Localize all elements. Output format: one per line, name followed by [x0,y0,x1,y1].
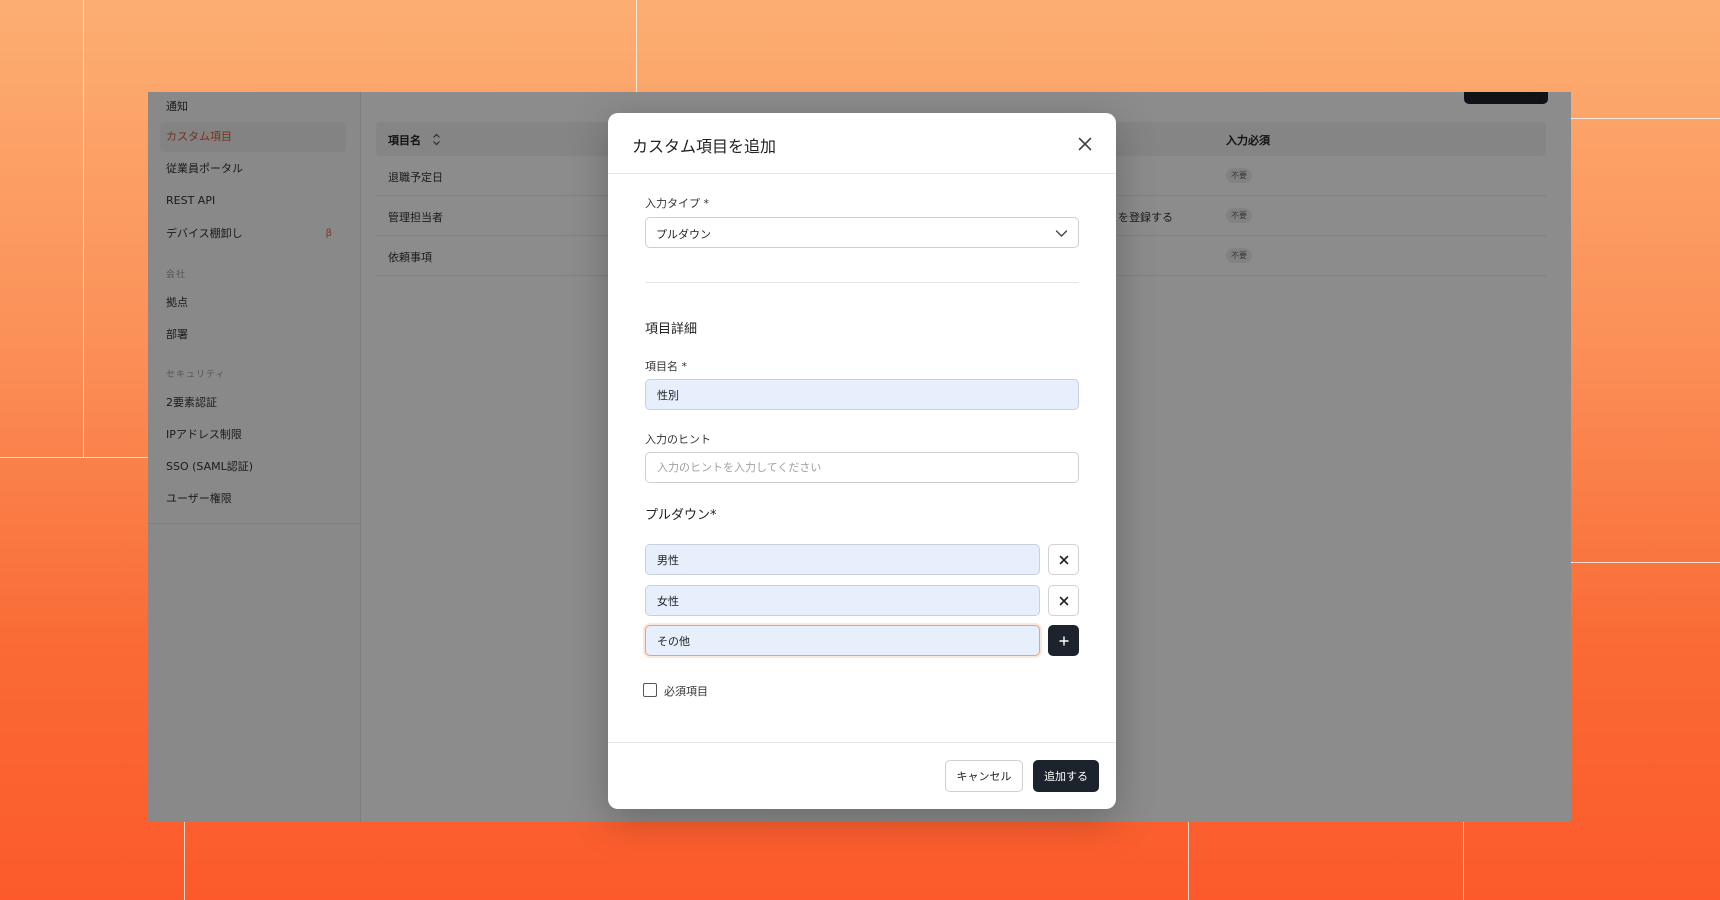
x-icon [1059,555,1068,564]
modal-header: カスタム項目を追加 [608,113,1116,174]
required-checkbox[interactable] [643,683,657,697]
chevron-down-icon [1055,230,1068,237]
background-line [1571,118,1720,119]
x-icon [1059,596,1068,605]
background-line [636,0,637,92]
new-option-input[interactable] [645,625,1040,656]
remove-option-button[interactable] [1048,544,1079,575]
item-name-input[interactable] [645,379,1079,410]
background-line [1571,562,1720,563]
modal-footer: キャンセル 追加する [608,742,1116,809]
background-line [1463,822,1464,900]
background-line [83,0,84,457]
section-divider [645,282,1079,283]
hint-input[interactable] [645,452,1079,483]
add-button[interactable]: 追加する [1033,760,1099,792]
plus-icon [1058,635,1069,646]
item-name-label: 項目名 * [645,360,687,373]
background-line [1188,822,1189,900]
input-type-select[interactable]: プルダウン [645,217,1079,248]
add-custom-field-dialog: カスタム項目を追加 入力タイプ * プルダウン 項目詳細 項目名 * 入力のヒン… [608,113,1116,809]
input-type-value: プルダウン [656,228,711,241]
option-input[interactable] [645,585,1040,616]
background-line [0,457,148,458]
required-checkbox-label[interactable]: 必須項目 [664,683,708,699]
background-line [184,822,185,900]
details-title: 項目詳細 [645,322,698,337]
remove-option-button[interactable] [1048,585,1079,616]
option-input[interactable] [645,544,1040,575]
add-option-button[interactable] [1048,625,1079,656]
close-button[interactable] [1072,131,1098,157]
close-icon [1078,137,1092,151]
hint-label: 入力のヒント [645,433,711,446]
pulldown-label: プルダウン* [645,508,717,523]
modal-title: カスタム項目を追加 [632,137,777,156]
cancel-button[interactable]: キャンセル [945,760,1023,792]
input-type-label: 入力タイプ * [645,197,709,210]
